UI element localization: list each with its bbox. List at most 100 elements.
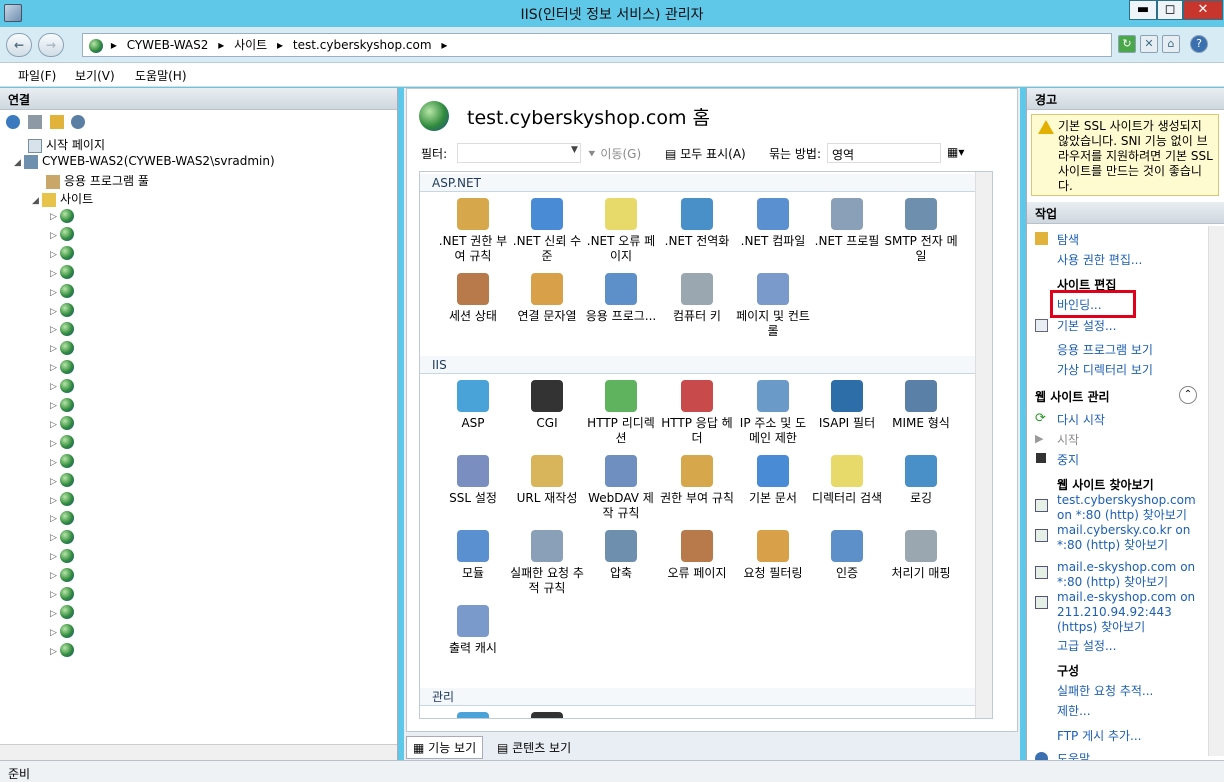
expand-icon[interactable]: ▷ xyxy=(50,533,60,543)
action-failed-request-tracing[interactable]: 실패한 요청 추적... xyxy=(1057,682,1153,699)
expand-icon[interactable]: ▷ xyxy=(50,212,60,222)
group-by-select[interactable]: 영역 xyxy=(827,143,941,163)
expand-icon[interactable]: ▷ xyxy=(50,439,60,449)
expand-icon[interactable]: ▷ xyxy=(50,552,60,562)
feature-tile[interactable]: 모듈 xyxy=(436,530,510,581)
collapse-icon[interactable]: ◢ xyxy=(32,196,42,206)
tree-site-item[interactable]: ▷ xyxy=(50,284,74,299)
expand-icon[interactable]: ▷ xyxy=(50,420,60,430)
tree-site-item[interactable]: ▷ xyxy=(50,227,74,242)
section-header-aspnet[interactable]: ASP.NET⌃ xyxy=(420,174,992,192)
feature-tile[interactable]: .NET 신뢰 수준 xyxy=(510,198,584,264)
action-start[interactable]: 시작 xyxy=(1057,431,1079,448)
feature-tile[interactable]: 오류 페이지 xyxy=(660,530,734,581)
action-add-ftp[interactable]: FTP 게시 추가... xyxy=(1057,727,1142,744)
tab-features-view[interactable]: ▦ 기능 보기 xyxy=(406,736,484,759)
expand-icon[interactable]: ▷ xyxy=(50,477,60,487)
back-button[interactable]: ← xyxy=(6,33,32,57)
feature-tile[interactable]: 처리기 매핑 xyxy=(884,530,958,581)
stop-icon[interactable]: ✕ xyxy=(1140,35,1158,53)
feature-tile[interactable]: 세션 상태 xyxy=(436,273,510,324)
expand-icon[interactable]: ▷ xyxy=(50,590,60,600)
filter-input[interactable] xyxy=(457,143,581,163)
tree-site-item[interactable]: ▷ xyxy=(50,643,74,658)
feature-tile[interactable]: WebDAV 제작 규칙 xyxy=(584,455,658,521)
view-mode-icon[interactable]: ▦▾ xyxy=(947,145,964,159)
expand-icon[interactable]: ▷ xyxy=(50,514,60,524)
feature-tile[interactable]: .NET 프로필 xyxy=(810,198,884,249)
expand-icon[interactable]: ▷ xyxy=(50,401,60,411)
feature-tile[interactable] xyxy=(510,712,584,718)
expand-icon[interactable]: ▷ xyxy=(50,628,60,638)
tree-site-item[interactable]: ▷ xyxy=(50,492,74,506)
expand-icon[interactable]: ▷ xyxy=(50,382,60,392)
address-field[interactable]: ▸ CYWEB-WAS2 ▸ 사이트 ▸ test.cyberskyshop.c… xyxy=(82,33,1112,57)
feature-tile[interactable]: ISAPI 필터 xyxy=(810,380,884,431)
expand-icon[interactable]: ▷ xyxy=(50,609,60,619)
breadcrumb-server[interactable]: CYWEB-WAS2 xyxy=(127,38,209,52)
disconnect-icon[interactable] xyxy=(71,114,86,129)
expand-icon[interactable]: ▷ xyxy=(50,363,60,373)
tree-site-item[interactable]: ▷ xyxy=(50,567,74,582)
menu-help[interactable]: 도움말(H) xyxy=(135,67,187,84)
minimize-button[interactable]: ▬ xyxy=(1129,0,1157,20)
up-folder-icon[interactable] xyxy=(49,114,64,129)
home-icon[interactable]: ⌂ xyxy=(1162,35,1180,53)
action-restart[interactable]: 다시 시작 xyxy=(1057,411,1105,428)
left-hscroll[interactable] xyxy=(0,744,397,760)
expand-icon[interactable]: ▷ xyxy=(50,250,60,260)
feature-tile[interactable]: .NET 오류 페이지 xyxy=(584,198,658,264)
action-advanced-settings[interactable]: 고급 설정... xyxy=(1057,637,1116,654)
tree-start-page[interactable]: 시작 페이지 xyxy=(28,136,105,153)
feature-tile[interactable]: 응용 프로그... xyxy=(584,273,658,324)
expand-icon[interactable]: ▷ xyxy=(50,647,60,657)
tree-site-item[interactable]: ▷ xyxy=(50,605,74,620)
tree-site-item[interactable]: ▷ xyxy=(50,303,74,317)
tree-site-item[interactable]: ▷ xyxy=(50,397,74,412)
tree-site-item[interactable]: ▷ xyxy=(50,473,74,488)
feature-tile[interactable]: SMTP 전자 메일 xyxy=(884,198,958,264)
tree-site-item[interactable]: ▷ xyxy=(50,510,74,525)
section-header-iis[interactable]: IIS⌃ xyxy=(420,356,992,374)
action-stop[interactable]: 중지 xyxy=(1057,451,1079,468)
connect-icon[interactable] xyxy=(6,114,20,129)
expand-icon[interactable]: ▷ xyxy=(50,571,60,581)
feature-tile[interactable] xyxy=(436,712,510,718)
tree-site-item[interactable]: ▷ xyxy=(50,246,74,261)
menu-file[interactable]: 파일(F) xyxy=(18,67,56,84)
tree-site-item[interactable]: ▷ xyxy=(50,624,74,639)
action-browse-3[interactable]: mail.e-skyshop.com on 211.210.94.92:443 … xyxy=(1057,590,1207,635)
feature-tile[interactable]: ASP xyxy=(436,380,510,431)
action-browse-0[interactable]: test.cyberskyshop.com on *:80 (http) 찾아보… xyxy=(1057,493,1207,523)
tree-site-item[interactable]: ▷ xyxy=(50,265,74,280)
expand-icon[interactable]: ▷ xyxy=(50,269,60,279)
feature-tile[interactable]: 압축 xyxy=(584,530,658,581)
tree-site-item[interactable]: ▷ xyxy=(50,435,74,450)
feature-tile[interactable]: CGI xyxy=(510,380,584,431)
expand-icon[interactable]: ▷ xyxy=(50,325,60,335)
action-browse-1[interactable]: mail.cybersky.co.kr on *:80 (http) 찾아보기 xyxy=(1057,523,1207,553)
feature-tile[interactable]: URL 재작성 xyxy=(510,455,584,506)
feature-tile[interactable]: 페이지 및 컨트롤 xyxy=(736,273,810,339)
section-header-[interactable]: 관리⌃ xyxy=(420,688,992,706)
tree-sites[interactable]: ◢ 사이트 xyxy=(32,190,93,207)
action-explore[interactable]: 탐색 xyxy=(1057,231,1079,248)
action-view-applications[interactable]: 응용 프로그램 보기 xyxy=(1057,341,1153,358)
action-edit-permissions[interactable]: 사용 권한 편집... xyxy=(1057,251,1142,268)
collapse-section-icon[interactable]: ⌃ xyxy=(1179,386,1197,404)
expand-icon[interactable]: ▷ xyxy=(50,458,60,468)
action-limits[interactable]: 제한... xyxy=(1057,702,1091,719)
feature-tile[interactable]: 실패한 요청 추적 규칙 xyxy=(510,530,584,596)
go-button[interactable]: ⯆ 이동(G) xyxy=(587,145,641,162)
feature-tile[interactable]: 요청 필터링 xyxy=(736,530,810,581)
collapse-icon[interactable]: ◢ xyxy=(14,158,24,168)
action-basic-settings[interactable]: 기본 설정... xyxy=(1057,317,1116,334)
refresh-icon[interactable]: ↻ xyxy=(1118,35,1136,53)
maximize-button[interactable]: ◻ xyxy=(1157,0,1183,20)
menu-view[interactable]: 보기(V) xyxy=(75,67,115,84)
tree-site-item[interactable]: ▷ xyxy=(50,321,74,336)
action-view-virtual-dirs[interactable]: 가상 디렉터리 보기 xyxy=(1057,361,1153,378)
expand-icon[interactable]: ▷ xyxy=(50,307,60,317)
expand-icon[interactable]: ▷ xyxy=(50,496,60,506)
tree-site-item[interactable]: ▷ xyxy=(50,378,74,393)
